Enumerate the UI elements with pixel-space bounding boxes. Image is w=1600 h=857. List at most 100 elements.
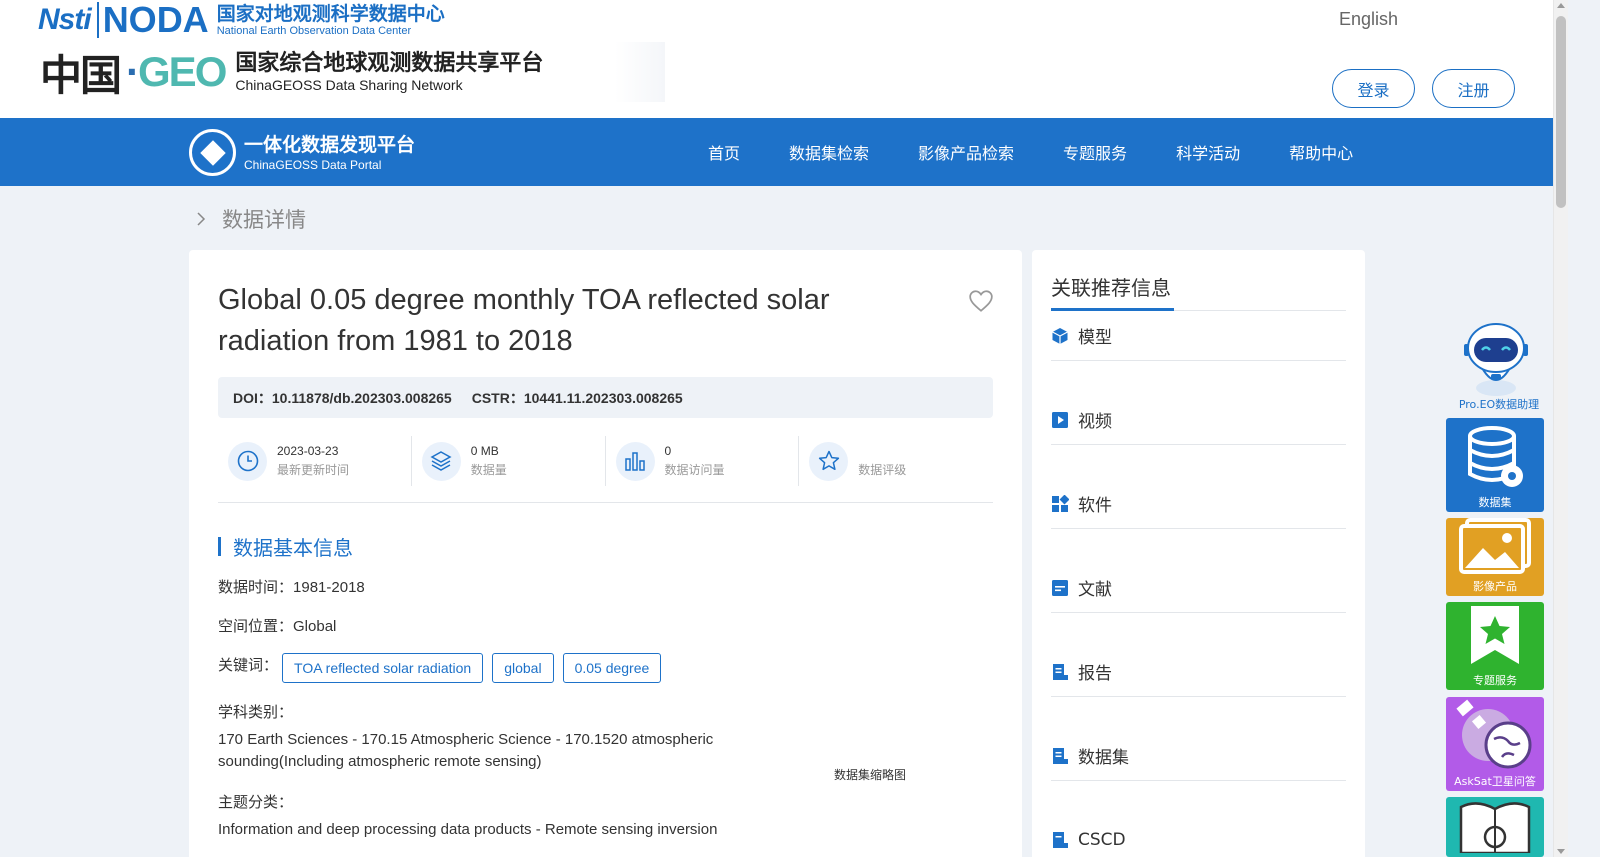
stat-label: 最新更新时间 — [277, 463, 350, 477]
sidebar-item-label: 报告 — [1078, 664, 1112, 684]
sidebar-item-label: 模型 — [1078, 328, 1112, 348]
stat-visits: 0 数据访问量 — [606, 436, 800, 486]
top-header: Nsti NODA 国家对地观测科学数据中心 National Earth Ob… — [0, 0, 1568, 118]
section-basic-info: 数据基本信息 — [218, 532, 353, 561]
image-gallery-icon — [1459, 518, 1531, 574]
book-icon — [1459, 802, 1531, 853]
stat-value: 0 — [664, 444, 672, 458]
theme-value: Information and deep processing data pro… — [218, 821, 718, 838]
assistant-label[interactable]: Pro.EO数据助理 — [1446, 396, 1552, 412]
float-dataset-label: 数据集 — [1478, 496, 1512, 509]
register-button[interactable]: 注册 — [1432, 69, 1515, 108]
main-navbar: 一体化数据发现平台 ChinaGEOSS Data Portal 首页 数据集检… — [0, 118, 1568, 186]
float-image-button[interactable]: 影像产品 — [1446, 518, 1544, 596]
breadcrumb: 数据详情 — [196, 204, 306, 234]
sidebar-item-label: 数据集 — [1078, 748, 1129, 768]
portal-logo[interactable]: 一体化数据发现平台 ChinaGEOSS Data Portal — [189, 129, 415, 176]
keyword-tag[interactable]: global — [492, 653, 554, 683]
sidebar-item-report[interactable]: 报告 — [1051, 647, 1346, 697]
stat-update-time: 2023-03-23 最新更新时间 — [218, 436, 412, 486]
star-icon — [809, 441, 849, 481]
sidebar-item-model[interactable]: 模型 — [1051, 311, 1346, 361]
nav-menu: 首页 数据集检索 影像产品检索 专题服务 科学活动 帮助中心 — [708, 118, 1402, 186]
sidebar-item-video[interactable]: 视频 — [1051, 395, 1346, 445]
float-asksat-button[interactable]: AskSat卫星问答 — [1446, 697, 1544, 791]
float-asksat-label: AskSat卫星问答 — [1454, 775, 1536, 788]
report-icon — [1051, 663, 1069, 681]
star-bookmark-icon — [1471, 606, 1519, 664]
chevron-right-icon — [197, 212, 206, 226]
nav-item-dataset-search[interactable]: 数据集检索 — [789, 140, 869, 164]
sidebar-item-label: 文献 — [1078, 580, 1112, 600]
robot-assistant-icon[interactable] — [1456, 318, 1536, 398]
info-data-time: 数据时间：1981-2018 — [218, 576, 365, 597]
nav-item-home[interactable]: 首页 — [708, 140, 740, 164]
doi-value[interactable]: 10.11878/db.202303.008265 — [272, 390, 452, 406]
chinageoss-logo[interactable]: 中国 ·GEO 国家综合地球观测数据共享平台 ChinaGEOSS Data S… — [40, 42, 665, 102]
language-switch[interactable]: English — [1339, 9, 1398, 30]
divider — [218, 502, 993, 503]
portal-logo-icon — [189, 129, 236, 176]
cstr-value[interactable]: 10441.11.202303.008265 — [524, 390, 683, 406]
float-dataset-button[interactable]: 数据集 — [1446, 418, 1544, 512]
stat-label: 数据访问量 — [664, 463, 725, 477]
stat-value — [858, 442, 906, 460]
theme-label: 主题分类： — [218, 793, 294, 811]
float-image-label: 影像产品 — [1473, 580, 1517, 593]
info-subject-label: 学科类别： — [218, 701, 293, 722]
sidebar-item-software[interactable]: 软件 — [1051, 479, 1346, 529]
info-theme-label: 主题分类： — [218, 791, 293, 812]
doi-bar: DOI： 10.11878/db.202303.008265 CSTR： 104… — [218, 377, 993, 418]
data-time-label: 数据时间： — [218, 578, 294, 596]
portal-title-cn: 一体化数据发现平台 — [244, 133, 416, 156]
scrollbar-thumb[interactable] — [1556, 16, 1566, 208]
cube-icon — [1051, 327, 1069, 345]
stat-rating: 数据评级 — [799, 436, 993, 486]
dataset-stats: 2023-03-23 最新更新时间 0 MB 数据量 0 数据访问量 数据评级 — [218, 436, 993, 486]
sidebar-item-cscd[interactable]: CSCD — [1051, 815, 1346, 857]
subject-label: 学科类别： — [218, 703, 294, 721]
login-button[interactable]: 登录 — [1332, 69, 1415, 108]
noda-title-cn: 国家对地观测科学数据中心 — [216, 2, 445, 25]
keyword-tag[interactable]: TOA reflected solar radiation — [282, 653, 484, 683]
nav-item-science-activity[interactable]: 科学活动 — [1176, 140, 1240, 164]
keyword-tag[interactable]: 0.05 degree — [562, 653, 662, 683]
sidebar-item-label: 视频 — [1078, 412, 1112, 432]
china-logo-text: 中国 — [40, 50, 122, 100]
geo-logo-text: ·GEO — [126, 48, 227, 95]
geoss-title-en: ChinaGEOSS Data Sharing Network — [235, 77, 463, 93]
sidebar-item-label: 软件 — [1078, 496, 1112, 516]
noda-title-en: National Earth Observation Data Center — [216, 24, 412, 37]
clock-icon — [228, 441, 267, 481]
cscd-icon — [1051, 831, 1069, 849]
info-spatial: 空间位置：Global — [218, 615, 336, 636]
section-bar — [218, 537, 221, 556]
stat-data-size: 0 MB 数据量 — [412, 436, 606, 486]
cstr-label: CSTR： — [471, 389, 524, 406]
scroll-up-arrow-icon[interactable] — [1557, 3, 1565, 8]
dataset-icon — [1051, 747, 1069, 765]
spatial-value: Global — [293, 618, 337, 635]
dataset-title: Global 0.05 degree monthly TOA reflected… — [218, 284, 830, 357]
nav-item-topic-service[interactable]: 专题服务 — [1063, 140, 1127, 164]
data-time-value: 1981-2018 — [293, 579, 365, 596]
nav-item-help-center[interactable]: 帮助中心 — [1289, 140, 1353, 164]
thumbnail-label: 数据集缩略图 — [834, 768, 907, 782]
favorite-heart-icon[interactable] — [968, 288, 994, 314]
float-topic-button[interactable]: 专题服务 — [1446, 602, 1544, 690]
document-icon — [1051, 579, 1069, 597]
scroll-down-arrow-icon[interactable] — [1557, 849, 1565, 854]
subject-value: 170 Earth Sciences - 170.15 Atmospheric … — [218, 731, 714, 770]
sidebar-item-dataset[interactable]: 数据集 — [1051, 731, 1346, 781]
sidebar-item-label: CSCD — [1078, 829, 1126, 850]
page-scrollbar[interactable] — [1553, 0, 1568, 857]
nav-item-image-search[interactable]: 影像产品检索 — [918, 140, 1014, 164]
sidebar-item-literature[interactable]: 文献 — [1051, 563, 1346, 613]
noda-logo[interactable]: Nsti NODA 国家对地观测科学数据中心 National Earth Ob… — [38, 0, 445, 40]
related-recommendations: 关联推荐信息 模型 视频 软件 文献 报告 数据集 CSCD — [1032, 250, 1365, 857]
float-book-button[interactable] — [1446, 797, 1544, 857]
apps-icon — [1051, 494, 1069, 513]
dataset-detail-card: Global 0.05 degree monthly TOA reflected… — [189, 250, 1022, 857]
stat-label: 数据评级 — [858, 463, 907, 477]
stat-value: 0 MB — [470, 444, 499, 458]
